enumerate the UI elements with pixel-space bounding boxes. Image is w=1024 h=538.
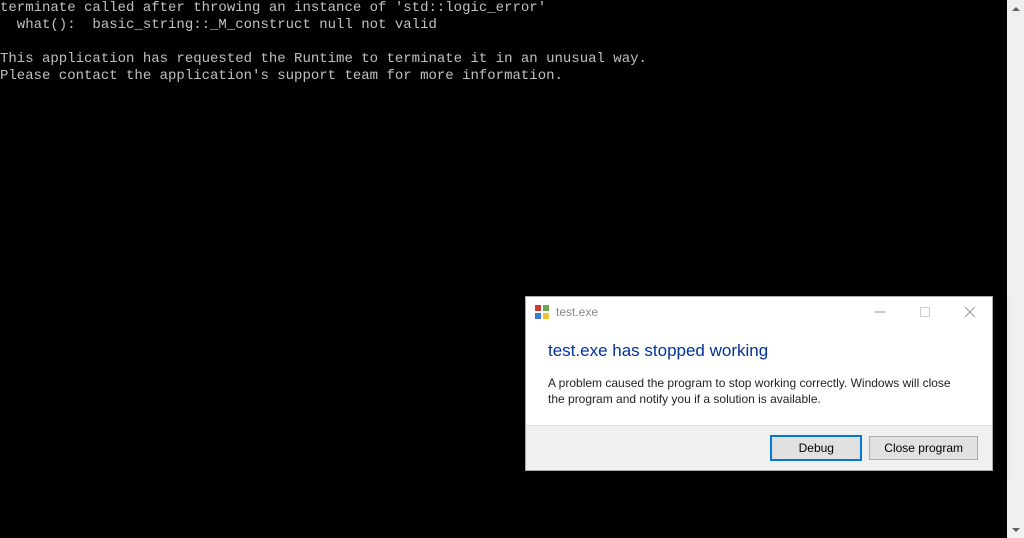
debug-button[interactable]: Debug <box>771 436 861 460</box>
dialog-body: test.exe has stopped working A problem c… <box>526 327 992 425</box>
dialog-title: test.exe <box>556 305 857 319</box>
scroll-down-arrow-icon[interactable] <box>1007 521 1024 538</box>
app-icon <box>534 304 550 320</box>
minimize-button[interactable] <box>857 297 902 327</box>
terminal-line: what(): basic_string::_M_construct null … <box>0 17 437 33</box>
terminal-line: Please contact the application's support… <box>0 68 563 84</box>
dialog-message: A problem caused the program to stop wor… <box>548 375 970 407</box>
scroll-up-arrow-icon[interactable] <box>1007 0 1024 17</box>
close-button[interactable] <box>947 297 992 327</box>
window-controls <box>857 297 992 327</box>
dialog-footer: Debug Close program <box>526 425 992 470</box>
close-program-button[interactable]: Close program <box>869 436 978 460</box>
maximize-button[interactable] <box>902 297 947 327</box>
vertical-scrollbar[interactable] <box>1007 0 1024 538</box>
error-dialog: test.exe test.exe has stopped working A … <box>525 296 993 471</box>
terminal-line: terminate called after throwing an insta… <box>0 0 546 16</box>
terminal-line: This application has requested the Runti… <box>0 51 647 67</box>
dialog-titlebar[interactable]: test.exe <box>526 297 992 327</box>
scroll-track[interactable] <box>1007 17 1024 521</box>
dialog-heading: test.exe has stopped working <box>548 341 970 361</box>
